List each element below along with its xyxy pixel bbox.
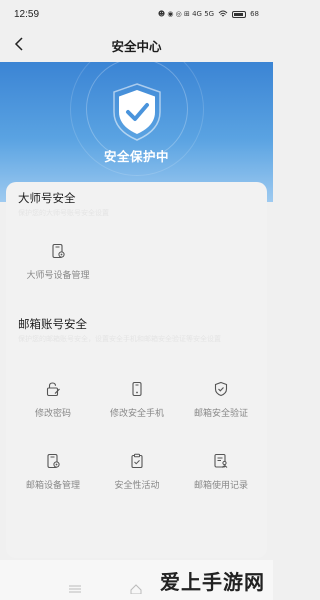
shield-check-icon [113, 83, 161, 141]
clipboard-icon [131, 453, 143, 469]
phone-gear-icon [52, 243, 65, 259]
chevron-left-icon [14, 37, 23, 51]
change-password-label: 修改密码 [34, 409, 71, 419]
mailbox-security-verification-label: 邮箱安全验证 [193, 409, 248, 419]
nav-bar: 安全中心 [0, 28, 273, 62]
master-section-description: 保护您的大师号账号安全设置 [18, 209, 109, 217]
change-security-phone-label: 修改安全手机 [109, 409, 164, 419]
status-bar: 12:59 ☻ ◉ ◎ ⊞ 4G 5G 68 [0, 0, 273, 28]
mail-section-description: 保护您的邮箱账号安全，设置安全手机和邮箱安全验证等安全设置 [18, 335, 221, 343]
status-icons: ☻ ◉ ◎ ⊞ 4G 5G [157, 10, 215, 18]
master-device-management-label: 大师号设备管理 [26, 271, 90, 281]
mailbox-device-management-button[interactable]: 邮箱设备管理 [10, 450, 96, 494]
log-user-icon [214, 453, 228, 468]
battery-icon [232, 10, 247, 18]
watermark: 爱上手游网 [160, 563, 265, 597]
mailbox-security-verification-button[interactable]: 邮箱安全验证 [178, 378, 264, 422]
hero-banner: 安全保护中 [0, 62, 273, 202]
security-activity-button[interactable]: 安全性活动 [94, 450, 180, 494]
security-card: 大师号安全 保护您的大师号账号安全设置 大师号设备管理 邮箱账号安全 保护您的邮… [6, 182, 267, 558]
phone-gear-icon [47, 453, 60, 469]
phone-icon [132, 381, 142, 397]
mailbox-usage-log-button[interactable]: 邮箱使用记录 [178, 450, 264, 494]
lock-edit-icon [46, 382, 60, 397]
mailbox-device-management-label: 邮箱设备管理 [25, 481, 80, 491]
master-section-title: 大师号安全 [18, 191, 76, 205]
home-icon[interactable] [130, 584, 142, 594]
wifi-icon [218, 10, 228, 17]
security-activity-label: 安全性活动 [114, 481, 160, 491]
shield-check-icon [214, 381, 228, 397]
battery-level: 68 [250, 10, 259, 18]
hero-title: 安全保护中 [103, 149, 169, 164]
mail-section-title: 邮箱账号安全 [18, 317, 87, 331]
change-password-button[interactable]: 修改密码 [10, 378, 96, 422]
watermark-text: 爱上手游网 [160, 569, 265, 594]
master-device-management-button[interactable]: 大师号设备管理 [6, 240, 110, 284]
page-title: 安全中心 [111, 38, 162, 54]
status-time: 12:59 [14, 8, 40, 20]
back-button[interactable] [10, 33, 28, 55]
menu-icon[interactable] [68, 584, 82, 594]
status-indicators: ☻ ◉ ◎ ⊞ 4G 5G 68 [158, 10, 259, 18]
change-security-phone-button[interactable]: 修改安全手机 [94, 378, 180, 422]
mailbox-usage-log-label: 邮箱使用记录 [193, 481, 248, 491]
